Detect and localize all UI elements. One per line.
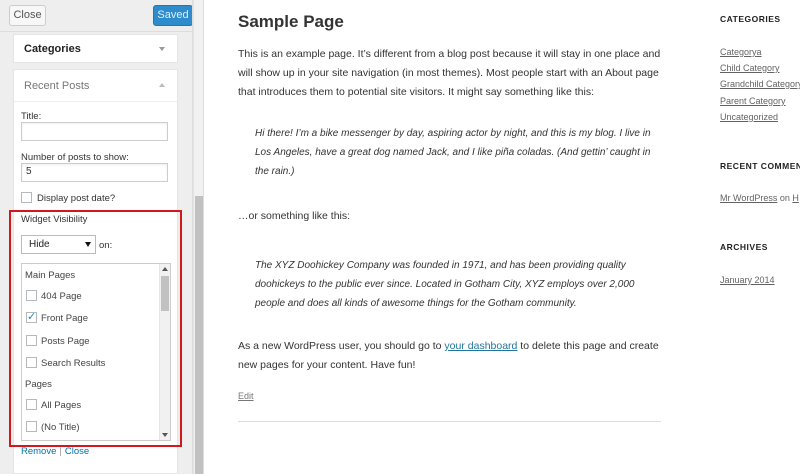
category-link[interactable]: Categorya — [720, 47, 762, 57]
recent-comment-item: Mr WordPress on H — [720, 193, 799, 203]
collapse-arrow-icon[interactable] — [159, 83, 165, 87]
page-title: Sample Page — [238, 12, 344, 31]
dashboard-link[interactable]: your dashboard — [444, 340, 517, 352]
sidebar-scrollbar[interactable] — [193, 0, 204, 474]
outro-text-start: As a new WordPress user, you should go t… — [238, 340, 445, 352]
edit-link[interactable]: Edit — [238, 391, 254, 401]
comment-on-text: on — [777, 193, 793, 203]
comment-author-link[interactable]: Mr WordPress — [720, 193, 777, 203]
site-widgets: CATEGORIES Categorya Child Category Gran… — [720, 0, 800, 474]
category-link[interactable]: Parent Category — [720, 96, 786, 106]
title-label: Title: — [21, 111, 42, 122]
comment-post-link[interactable]: H — [792, 193, 799, 203]
customizer-sidebar: Close Saved Categories Recent Posts Titl… — [0, 0, 193, 474]
categories-widget-heading: CATEGORIES — [720, 14, 781, 24]
widget-actions: Remove | Close — [21, 446, 89, 457]
saved-button[interactable]: Saved — [153, 5, 192, 26]
expand-arrow-icon[interactable] — [159, 47, 165, 51]
display-date-checkbox[interactable] — [21, 192, 32, 203]
category-link[interactable]: Child Category — [720, 63, 780, 73]
categories-widget-panel[interactable]: Categories — [13, 34, 178, 63]
posts-count-input[interactable]: 5 — [21, 163, 168, 182]
link-separator: | — [59, 446, 62, 457]
remove-widget-link[interactable]: Remove — [21, 446, 56, 457]
close-widget-link[interactable]: Close — [65, 446, 89, 457]
display-date-label: Display post date? — [37, 193, 116, 204]
categories-widget-title: Categories — [24, 43, 81, 55]
category-link[interactable]: Grandchild Category — [720, 79, 800, 89]
close-customizer-button[interactable]: Close — [9, 5, 46, 26]
posts-count-label: Number of posts to show: — [21, 152, 129, 163]
archives-heading: ARCHIVES — [720, 242, 768, 252]
recent-posts-widget-title[interactable]: Recent Posts — [24, 80, 89, 92]
recent-comments-heading: RECENT COMMENTS — [720, 161, 800, 171]
sidebar-scrollbar-thumb[interactable] — [195, 196, 203, 474]
panel-divider — [14, 101, 177, 102]
category-link[interactable]: Uncategorized — [720, 112, 778, 122]
title-input[interactable] — [21, 122, 168, 141]
customizer-header: Close Saved — [0, 0, 192, 32]
or-paragraph: …or something like this: — [238, 210, 351, 222]
outro-paragraph: As a new WordPress user, you should go t… — [238, 337, 663, 375]
quote-paragraph-1: Hi there! I’m a bike messenger by day, a… — [255, 128, 651, 177]
content-divider — [238, 421, 661, 422]
quote-paragraph-2: The XYZ Doohickey Company was founded in… — [255, 260, 635, 309]
intro-paragraph: This is an example page. It’s different … — [238, 48, 661, 98]
visibility-highlight-box — [9, 210, 182, 447]
archive-link[interactable]: January 2014 — [720, 275, 775, 285]
